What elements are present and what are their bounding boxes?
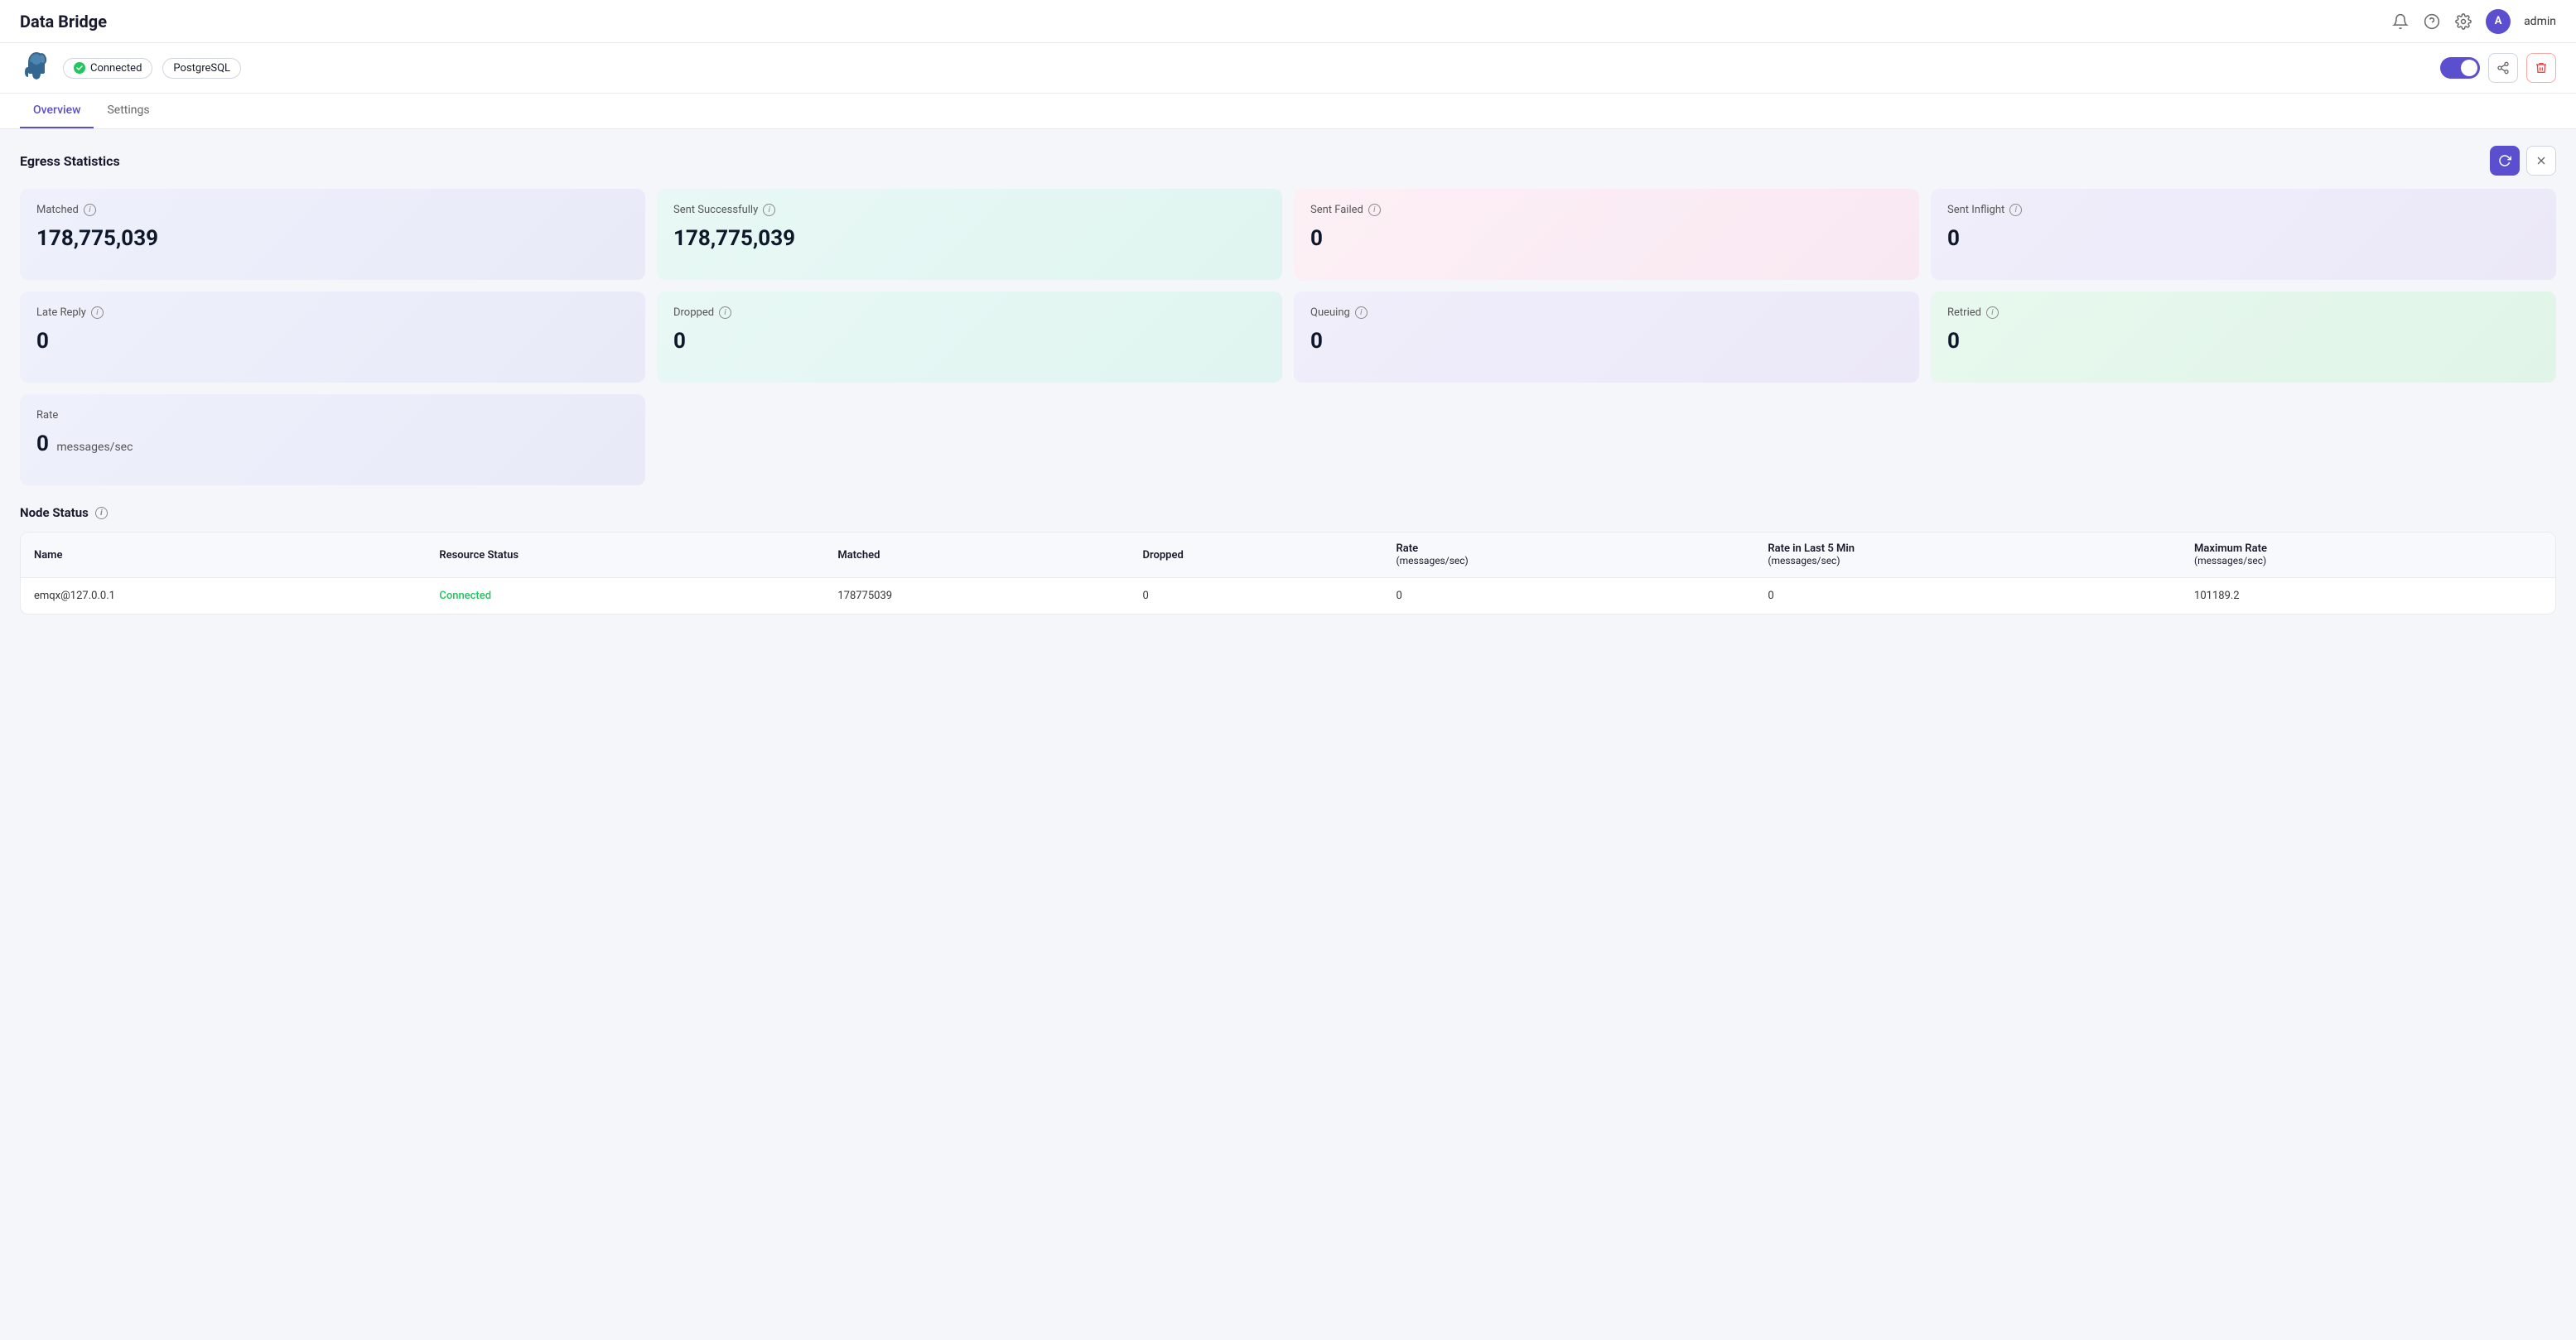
toggle-knob — [2461, 60, 2477, 76]
egress-title: Egress Statistics — [20, 153, 120, 169]
rate-unit: messages/sec — [56, 441, 133, 454]
rate-value-container: 0 messages/sec — [36, 431, 629, 456]
queuing-value: 0 — [1310, 329, 1903, 354]
connected-status-badge: Connected — [63, 58, 152, 79]
stat-sent-successfully: Sent Successfully i 178,775,039 — [657, 189, 1282, 280]
stats-row-3: Rate 0 messages/sec — [20, 394, 2556, 485]
col-name: Name — [21, 533, 426, 578]
row-resource-status: Connected — [426, 578, 824, 615]
sub-header-left: Connected PostgreSQL — [20, 51, 241, 84]
app-title: Data Bridge — [20, 12, 107, 31]
late-reply-info-icon[interactable]: i — [91, 306, 104, 319]
dropped-value: 0 — [673, 329, 1266, 354]
sent-success-value: 178,775,039 — [673, 226, 1266, 251]
table-row: emqx@127.0.0.1 Connected 178775039 0 0 0… — [21, 578, 2555, 615]
stat-dropped: Dropped i 0 — [657, 292, 1282, 383]
stats-row-2: Late Reply i 0 Dropped i 0 Queuing i 0 R… — [20, 292, 2556, 383]
queuing-info-icon[interactable]: i — [1355, 306, 1368, 319]
username-label: admin — [2524, 15, 2556, 28]
header-left: Data Bridge — [20, 12, 107, 31]
db-type-badge: PostgreSQL — [162, 58, 241, 79]
retried-info-icon[interactable]: i — [1986, 306, 1999, 319]
col-matched: Matched — [824, 533, 1129, 578]
app-header: Data Bridge A admin — [0, 0, 2576, 43]
matched-info-icon[interactable]: i — [84, 204, 96, 216]
settings-icon[interactable] — [2454, 12, 2472, 31]
row-dropped: 0 — [1130, 578, 1383, 615]
col-max-rate: Maximum Rate(messages/sec) — [2181, 533, 2555, 578]
node-status-table: Name Resource Status Matched Dropped Rat… — [21, 533, 2555, 614]
db-logo — [20, 51, 53, 84]
matched-value: 178,775,039 — [36, 226, 629, 251]
sub-header: Connected PostgreSQL — [0, 43, 2576, 94]
help-icon[interactable] — [2423, 12, 2441, 31]
col-dropped: Dropped — [1130, 533, 1383, 578]
empty-cell-2 — [1294, 394, 1919, 485]
row-max-rate: 101189.2 — [2181, 578, 2555, 615]
dropped-info-icon[interactable]: i — [719, 306, 731, 319]
stat-late-reply: Late Reply i 0 — [20, 292, 645, 383]
row-matched: 178775039 — [824, 578, 1129, 615]
table-header-row: Name Resource Status Matched Dropped Rat… — [21, 533, 2555, 578]
stat-retried: Retried i 0 — [1931, 292, 2556, 383]
stat-rate: Rate 0 messages/sec — [20, 394, 645, 485]
node-status-table-wrapper: Name Resource Status Matched Dropped Rat… — [20, 532, 2556, 615]
col-rate: Rate(messages/sec) — [1383, 533, 1755, 578]
tab-overview[interactable]: Overview — [20, 94, 94, 128]
header-right: A admin — [2391, 9, 2556, 34]
row-rate: 0 — [1383, 578, 1755, 615]
retried-value: 0 — [1947, 329, 2540, 354]
stat-matched: Matched i 178,775,039 — [20, 189, 645, 280]
rate-value: 0 — [36, 431, 49, 456]
col-rate-5min: Rate in Last 5 Min(messages/sec) — [1754, 533, 2181, 578]
col-resource-status: Resource Status — [426, 533, 824, 578]
node-status-info-icon[interactable]: i — [95, 507, 108, 519]
section-actions — [2490, 146, 2556, 176]
bell-icon[interactable] — [2391, 12, 2410, 31]
refresh-button[interactable] — [2490, 146, 2520, 176]
stat-sent-inflight: Sent Inflight i 0 — [1931, 189, 2556, 280]
node-status-section: Node Status i Name Resource Status Match… — [20, 505, 2556, 615]
avatar[interactable]: A — [2486, 9, 2511, 34]
enabled-toggle[interactable] — [2440, 57, 2480, 79]
tab-settings[interactable]: Settings — [94, 94, 162, 128]
empty-cell-3 — [1931, 394, 2556, 485]
row-rate-5min: 0 — [1754, 578, 2181, 615]
delete-button[interactable] — [2526, 53, 2556, 83]
tabs-bar: Overview Settings — [0, 94, 2576, 129]
share-button[interactable] — [2488, 53, 2518, 83]
stats-row-1: Matched i 178,775,039 Sent Successfully … — [20, 189, 2556, 280]
sent-success-info-icon[interactable]: i — [763, 204, 775, 216]
sub-header-right — [2440, 53, 2556, 83]
sent-inflight-info-icon[interactable]: i — [2009, 204, 2022, 216]
connected-label: Connected — [90, 62, 142, 75]
stat-queuing: Queuing i 0 — [1294, 292, 1919, 383]
close-button[interactable] — [2526, 146, 2556, 176]
row-name: emqx@127.0.0.1 — [21, 578, 426, 615]
sent-failed-value: 0 — [1310, 226, 1903, 251]
sent-inflight-value: 0 — [1947, 226, 2540, 251]
node-status-title: Node Status i — [20, 505, 2556, 520]
sent-failed-info-icon[interactable]: i — [1368, 204, 1381, 216]
late-reply-value: 0 — [36, 329, 629, 354]
egress-section-header: Egress Statistics — [20, 146, 2556, 176]
stat-sent-failed: Sent Failed i 0 — [1294, 189, 1919, 280]
empty-cell-1 — [657, 394, 1282, 485]
main-content: Egress Statistics Matched i 178,775,039 — [0, 129, 2576, 631]
